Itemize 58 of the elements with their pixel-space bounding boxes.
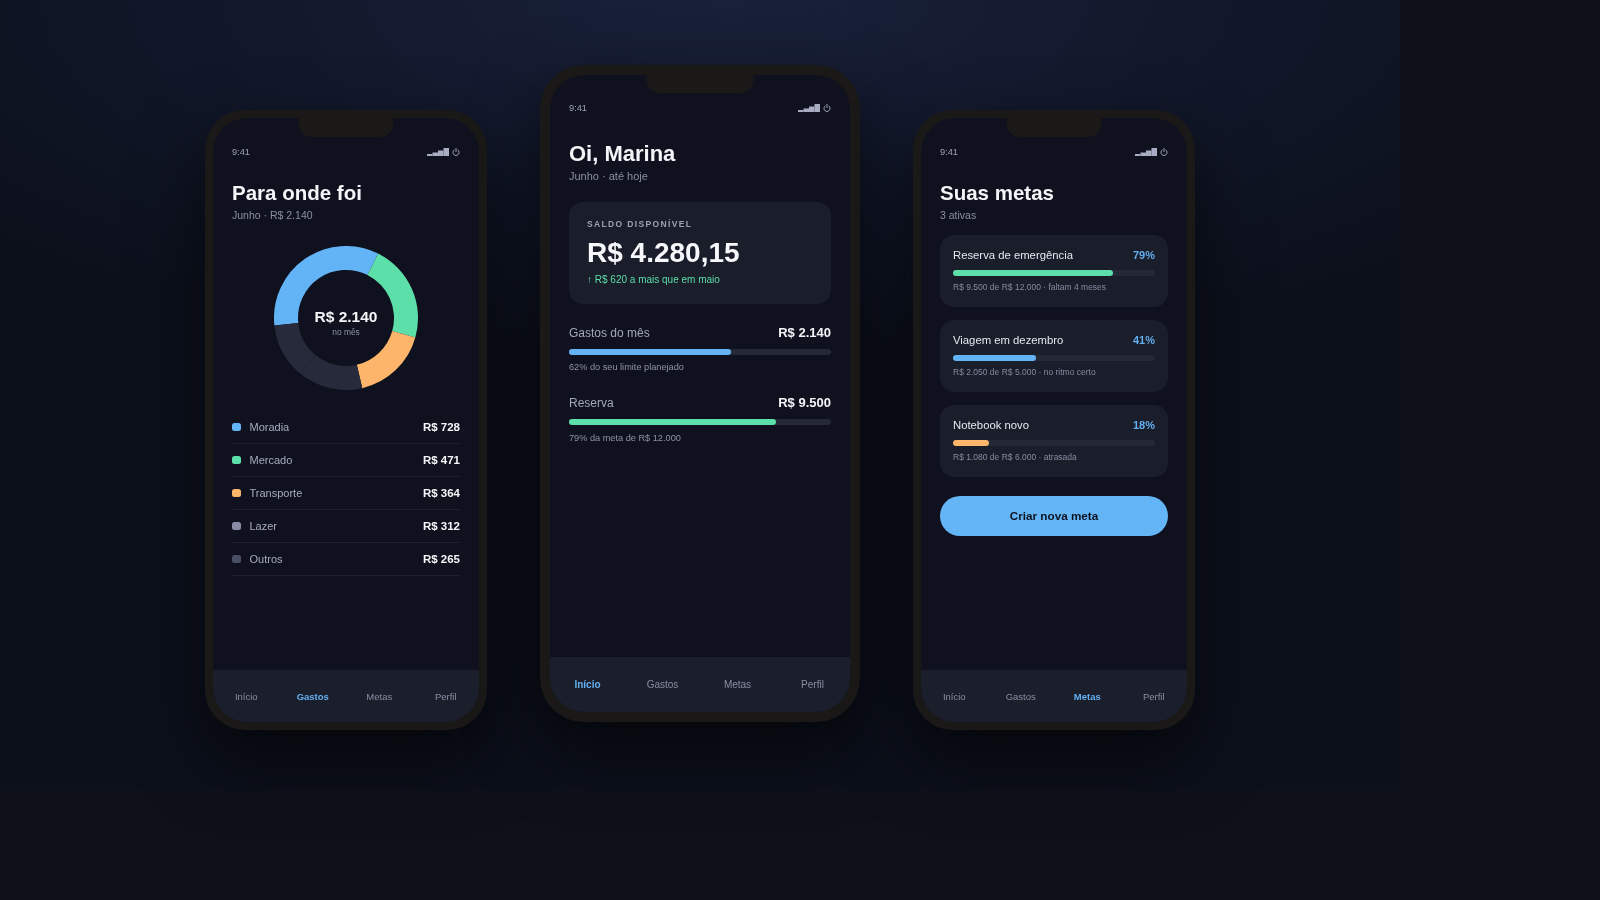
category-amount: R$ 364	[422, 486, 460, 500]
category-label: Mercado	[249, 453, 293, 467]
status-time: 9:41	[940, 146, 958, 158]
balance-change: ↑ R$ 620 a mais que em maio	[587, 273, 721, 286]
category-amount: R$ 728	[422, 420, 460, 434]
goal-caption: R$ 2.050 de R$ 5.000 · no ritmo certo	[953, 366, 1097, 378]
category-label: Outros	[249, 552, 283, 566]
nav-tab[interactable]: Metas	[1073, 689, 1101, 703]
screen-title: Para onde foi	[232, 180, 363, 206]
goal-name: Notebook novo	[953, 417, 1029, 433]
metric-label: Reserva	[569, 395, 614, 411]
donut-caption: no mês	[332, 327, 360, 338]
category-label: Transporte	[249, 486, 303, 500]
screen-title: Oi, Marina	[569, 140, 677, 167]
status-time: 9:41	[569, 102, 587, 114]
power-icon	[823, 104, 831, 112]
category-amount: R$ 312	[422, 519, 460, 533]
nav-tab[interactable]: Início	[234, 689, 258, 703]
nav-tab[interactable]: Início	[574, 677, 601, 692]
create-goal-button[interactable]: Criar nova meta	[940, 496, 1168, 536]
balance-label: SALDO DISPONÍVEL	[587, 219, 694, 230]
nav-tab[interactable]: Gastos	[296, 689, 329, 703]
signal-icon	[798, 104, 820, 112]
goal-name: Viagem em dezembro	[953, 332, 1064, 348]
goal-caption: R$ 9.500 de R$ 12.000 · faltam 4 meses	[953, 281, 1108, 293]
category-amount: R$ 471	[422, 453, 460, 467]
metric-label: Gastos do mês	[569, 324, 650, 341]
nav-tab[interactable]: Perfil	[434, 689, 457, 703]
screen-subtitle: Junho · até hoje	[569, 169, 649, 184]
power-icon	[1160, 148, 1168, 156]
metric-caption: 62% do seu limite planejado	[569, 361, 685, 374]
category-label: Moradia	[249, 420, 290, 434]
screen-subtitle: 3 ativas	[940, 208, 978, 222]
category-amount: R$ 265	[422, 552, 460, 566]
goal-caption: R$ 1.080 de R$ 6.000 · atrasada	[953, 451, 1078, 463]
goal-percent: 41%	[1132, 332, 1155, 348]
goal-name: Reserva de emergência	[953, 247, 1073, 263]
metric-value: R$ 2.140	[778, 324, 831, 341]
nav-tab[interactable]: Gastos	[646, 677, 679, 692]
nav-tab[interactable]: Perfil	[801, 677, 824, 692]
category-label: Lazer	[249, 519, 278, 533]
power-icon	[452, 148, 460, 156]
screen-subtitle: Junho · R$ 2.140	[232, 208, 314, 222]
donut-total: R$ 2.140	[314, 307, 378, 326]
goal-percent: 79%	[1132, 247, 1155, 263]
screen-title: Suas metas	[940, 180, 1055, 206]
status-time: 9:41	[232, 146, 250, 158]
nav-tab[interactable]: Perfil	[1142, 689, 1165, 703]
goal-percent: 18%	[1132, 417, 1155, 433]
balance-amount: R$ 4.280,15	[587, 236, 741, 269]
metric-caption: 79% da meta de R$ 12.000	[569, 431, 682, 445]
nav-tab[interactable]: Metas	[366, 689, 393, 703]
metric-value: R$ 9.500	[778, 395, 831, 411]
signal-icon	[1135, 148, 1157, 156]
nav-tab[interactable]: Gastos	[1005, 689, 1036, 703]
nav-tab[interactable]: Metas	[723, 677, 752, 692]
nav-tab[interactable]: Início	[942, 689, 966, 703]
signal-icon	[427, 148, 449, 156]
